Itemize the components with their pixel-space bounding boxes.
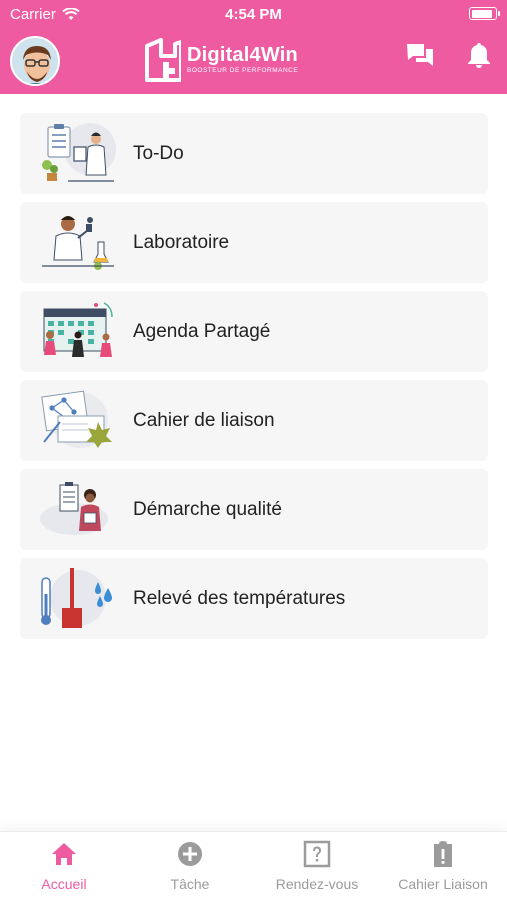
laboratory-illustration	[42, 216, 114, 270]
bell-icon[interactable]	[464, 40, 494, 70]
battery-icon	[469, 7, 500, 20]
calendar-illustration	[43, 302, 113, 357]
tab-rendez-vous[interactable]: Rendez-vous	[254, 840, 380, 896]
tab-cahier-liaison[interactable]: Cahier Liaison	[380, 840, 506, 896]
menu-item-label: Agenda Partagé	[133, 320, 271, 342]
clipboard-alert-icon	[434, 841, 452, 867]
avatar-illustration	[12, 38, 58, 84]
logo-subtitle: BOOSTEUR DE PERFORMANCE	[187, 67, 299, 75]
menu-item-cahier-de-liaison[interactable]: Cahier de liaison	[20, 380, 488, 461]
bottom-tab-bar: Accueil Tâche Rendez-vous Cahier Liaison	[0, 831, 507, 900]
menu-item-agenda-partage[interactable]: Agenda Partagé	[20, 291, 488, 372]
menu-item-label: Laboratoire	[133, 231, 230, 253]
menu-item-label: Relevé des températures	[133, 587, 346, 609]
status-time: 4:54 PM	[225, 6, 282, 23]
menu-list: To-Do Laboratoire Agenda Partagé Cahier …	[20, 113, 488, 647]
quality-illustration	[40, 482, 108, 535]
logo-mark-icon	[145, 38, 181, 82]
menu-item-demarche-qualite[interactable]: Démarche qualité	[20, 469, 488, 550]
tab-label: Cahier Liaison	[398, 876, 488, 892]
tab-tache[interactable]: Tâche	[127, 840, 253, 896]
menu-item-laboratoire[interactable]: Laboratoire	[20, 202, 488, 283]
menu-item-label: Démarche qualité	[133, 498, 282, 520]
menu-item-todo[interactable]: To-Do	[20, 113, 488, 194]
tab-accueil[interactable]: Accueil	[1, 840, 127, 896]
status-bar: Carrier 4:54 PM	[0, 0, 507, 30]
avatar[interactable]	[10, 36, 60, 86]
chat-icon[interactable]	[405, 40, 435, 70]
question-box-icon	[303, 840, 331, 868]
menu-item-releve-des-temperatures[interactable]: Relevé des températures	[20, 558, 488, 639]
home-icon	[52, 843, 76, 865]
tab-label: Tâche	[170, 876, 210, 892]
menu-item-label: To-Do	[133, 142, 184, 164]
app-header: Carrier 4:54 PM Digital4Win BOOSTEUR DE …	[0, 0, 507, 94]
tab-label: Rendez-vous	[275, 876, 359, 892]
thermometer-illustration	[41, 568, 112, 628]
todo-illustration	[42, 123, 116, 182]
menu-item-label: Cahier de liaison	[133, 409, 275, 431]
app-logo: Digital4Win BOOSTEUR DE PERFORMANCE	[145, 38, 298, 82]
notebook-illustration	[41, 390, 112, 448]
tab-label: Accueil	[41, 876, 87, 892]
plus-circle-icon	[178, 842, 202, 866]
logo-title: Digital4Win	[187, 44, 298, 67]
